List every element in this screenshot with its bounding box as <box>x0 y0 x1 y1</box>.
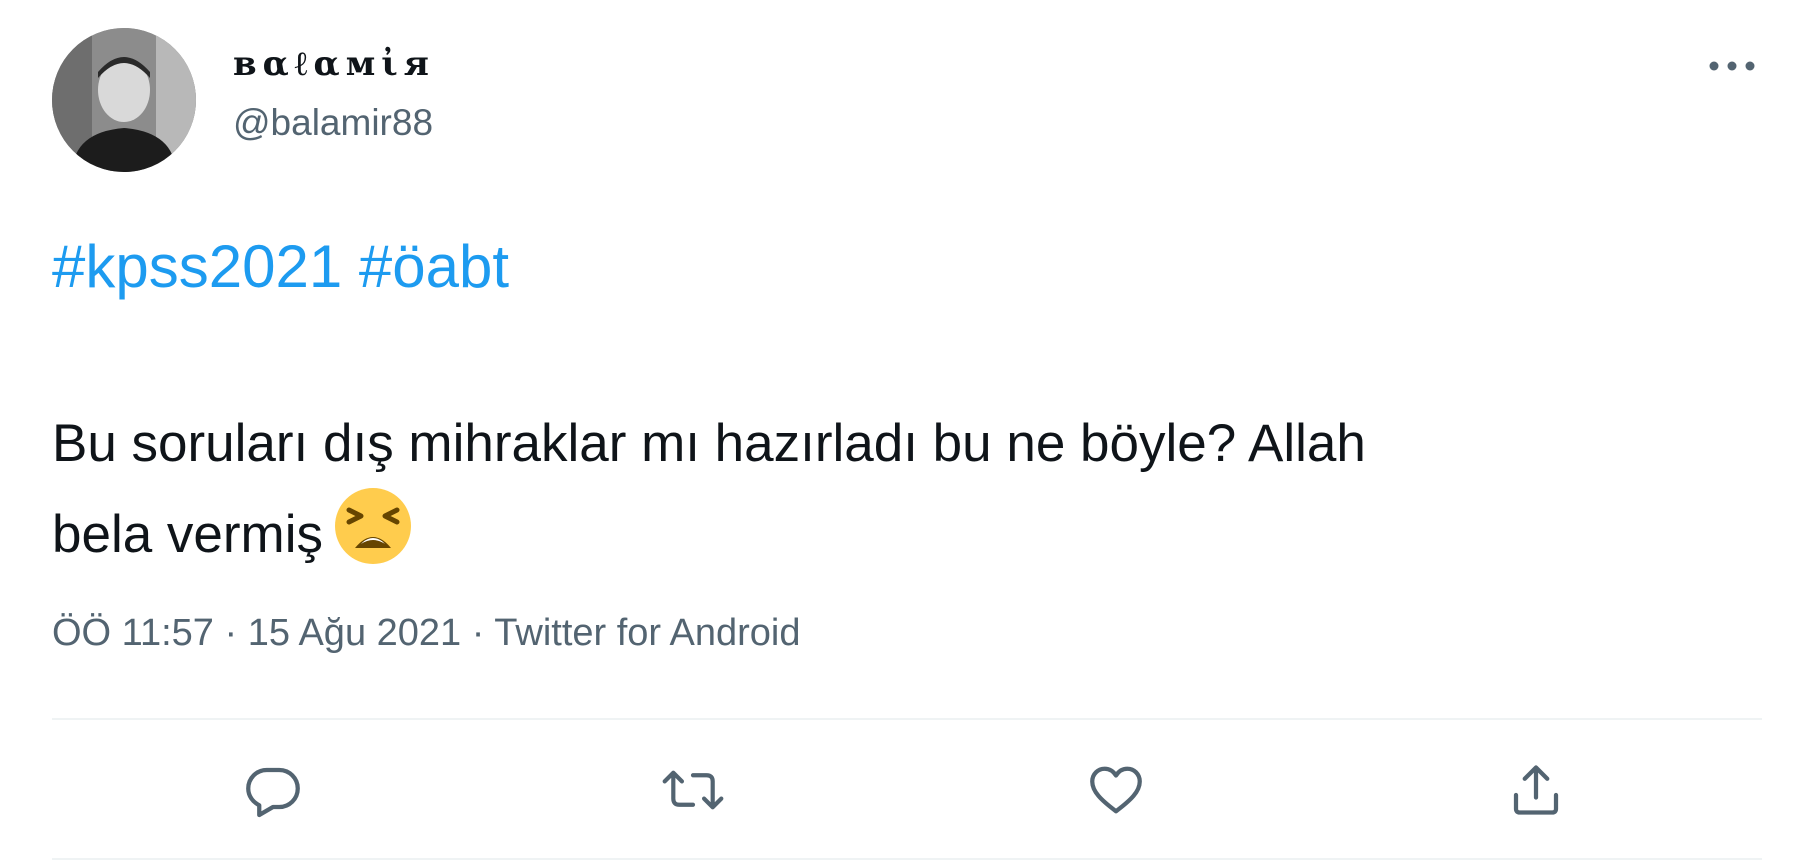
retweet-button[interactable] <box>655 752 731 828</box>
avatar[interactable] <box>52 28 196 172</box>
tweet-hashtags: #kpss2021 #öabt <box>52 232 509 301</box>
hashtag-link[interactable]: #kpss2021 <box>52 233 342 300</box>
meta-separator: · <box>224 612 238 654</box>
meta-separator: · <box>471 612 485 654</box>
tweet-time[interactable]: ÖÖ 11:57 <box>52 612 214 654</box>
tweet-meta: ÖÖ 11:57 · 15 Ağu 2021 · Twitter for And… <box>52 612 801 655</box>
share-icon <box>1513 765 1559 815</box>
hashtag-link[interactable]: #öabt <box>359 233 509 300</box>
user-handle[interactable]: @balamir88 <box>233 102 433 144</box>
more-options-button[interactable] <box>1700 46 1764 86</box>
share-button[interactable] <box>1498 752 1574 828</box>
tired-face-emoji-icon <box>333 486 413 591</box>
reply-icon <box>246 767 300 818</box>
action-bar <box>0 752 1800 828</box>
divider <box>52 718 1762 720</box>
reply-button[interactable] <box>235 752 311 828</box>
display-name[interactable]: вαℓαмἰя <box>233 44 435 84</box>
retweet-icon <box>662 770 724 810</box>
tweet-text-line-2: bela vermiş <box>52 486 1752 591</box>
tweet-source[interactable]: Twitter for Android <box>494 612 800 654</box>
heart-icon <box>1090 766 1142 814</box>
tweet-text-line: Bu soruları dış mihraklar mı hazırladı b… <box>52 414 1366 473</box>
like-button[interactable] <box>1078 752 1154 828</box>
tweet-date[interactable]: 15 Ağu 2021 <box>248 612 461 654</box>
tweet-text: Bu soruları dış mihraklar mı hazırladı b… <box>52 402 1752 591</box>
tweet-text-line: bela vermiş <box>52 505 323 564</box>
more-dots-icon <box>1709 61 1755 71</box>
tweet-card: вαℓαмἰя @balamir88 #kpss2021 #öabt Bu so… <box>0 0 1800 867</box>
bottom-divider <box>52 858 1762 860</box>
